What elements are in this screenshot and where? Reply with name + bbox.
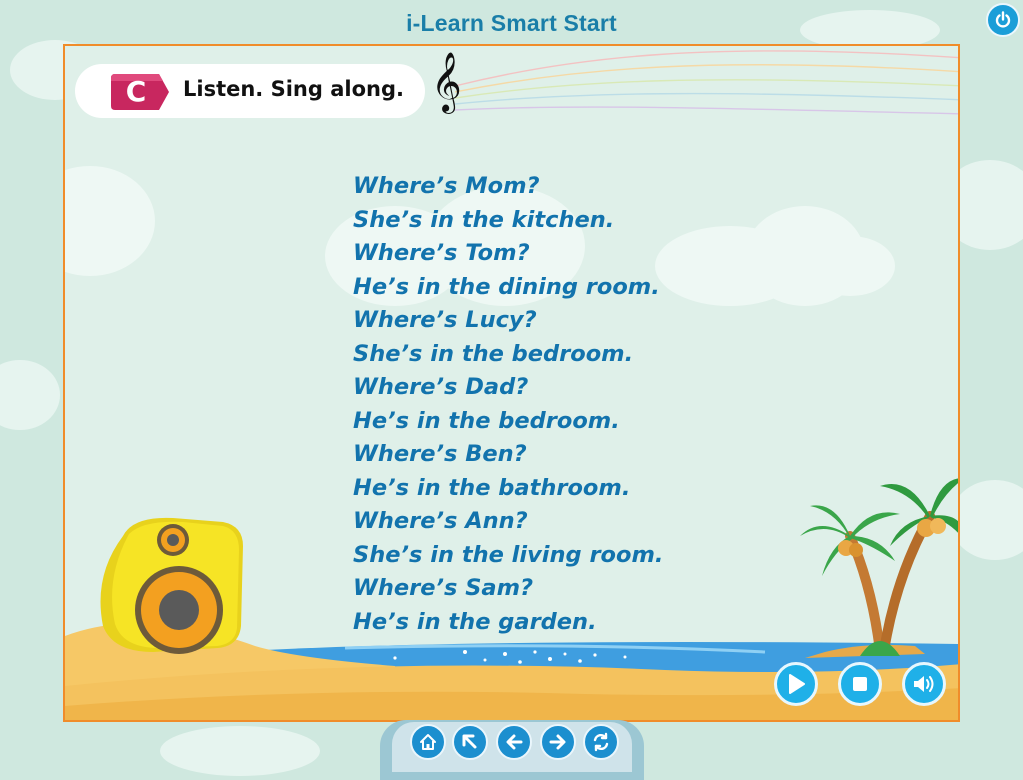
- home-icon: [420, 734, 436, 750]
- play-icon: [789, 674, 805, 694]
- play-button[interactable]: [774, 662, 818, 706]
- stop-button[interactable]: [838, 662, 882, 706]
- stop-icon: [853, 677, 867, 691]
- background-cloud: [950, 480, 1023, 560]
- arrow-right-icon: [549, 734, 566, 750]
- replay-icon: [593, 732, 609, 752]
- next-button[interactable]: [540, 724, 576, 760]
- app-title: i-Learn Smart Start: [406, 10, 617, 36]
- background-cloud: [160, 726, 320, 776]
- volume-button[interactable]: [902, 662, 946, 706]
- home-button[interactable]: [410, 724, 446, 760]
- volume-icon: [914, 676, 934, 692]
- previous-button[interactable]: [496, 724, 532, 760]
- background-cloud: [0, 360, 60, 430]
- power-button[interactable]: [986, 3, 1020, 37]
- replay-button[interactable]: [583, 724, 619, 760]
- power-icon: [995, 11, 1011, 28]
- lesson-stage: C Listen. Sing along. 𝄞 Where’s Mom? She…: [63, 44, 960, 722]
- arrow-left-icon: [506, 734, 523, 750]
- back-to-menu-button[interactable]: [452, 724, 488, 760]
- palm-trees-illustration: [800, 478, 958, 656]
- arrow-up-left-icon: [462, 734, 477, 749]
- speaker-illustration: [100, 517, 243, 654]
